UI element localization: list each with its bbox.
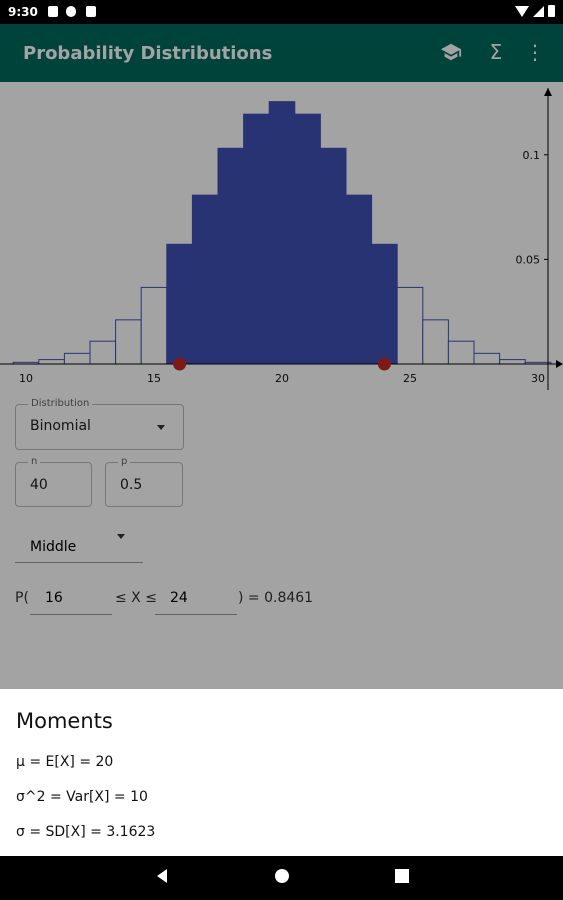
mean-text: μ = E[X] = 20 — [16, 754, 114, 770]
recents-icon[interactable] — [392, 868, 412, 888]
status-time: 9:30 — [8, 5, 38, 19]
battery-icon — [548, 5, 555, 17]
notification-icon — [48, 6, 58, 17]
home-icon[interactable] — [272, 868, 292, 888]
modal-scrim[interactable] — [0, 24, 563, 689]
moments-title: Moments — [16, 709, 113, 733]
wifi-icon — [515, 6, 529, 17]
sd-card-icon — [86, 6, 96, 17]
nav-bar — [0, 856, 563, 900]
moments-sheet: Moments μ = E[X] = 20 σ^2 = Var[X] = 10 … — [0, 689, 563, 856]
signal-icon — [533, 6, 544, 17]
status-bar: 9:30 — [0, 0, 563, 24]
back-icon[interactable] — [152, 868, 172, 888]
notification-icon — [66, 6, 76, 17]
variance-text: σ^2 = Var[X] = 10 — [16, 789, 148, 805]
sd-text: σ = SD[X] = 3.1623 — [16, 824, 156, 840]
